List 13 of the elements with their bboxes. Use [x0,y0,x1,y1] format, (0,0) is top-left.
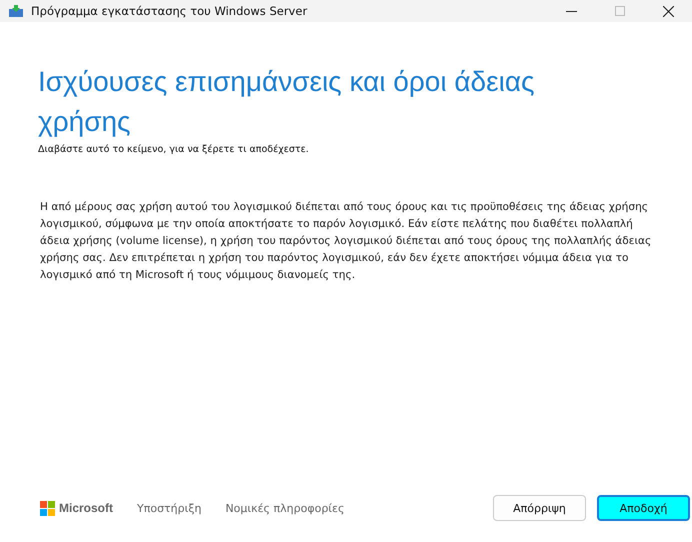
page-heading: Ισχύουσες επισημάνσεις και όροι άδειας χρήσης [38,65,536,139]
footer-link[interactable]: Υποστήριξη [137,502,202,514]
brand-name: Microsoft [59,501,113,515]
window-title: Πρόγραμμα εγκατάστασης του Windows Server [31,4,308,18]
maximize-icon [615,6,625,16]
dialog-button[interactable]: Αποδοχή [597,495,690,521]
close-icon[interactable] [663,6,674,16]
dialog-button[interactable]: Απόρριψη [493,495,586,521]
microsoft-logo-icon [40,500,55,516]
footer-link[interactable]: Νομικές πληροφορίες [225,502,344,514]
license-text: Η από μέρους σας χρήση αυτού του λογισμικού διέπεται από τους όρους και τις προϋποθέσεις της άδειας χρήσης λογισμικού, σύμφωνα με την οποία αποκτήσατε το παρόν λογισμικό. Εάν είστε πελάτης που διαθέτει πολλαπλή άδεια χρήσης (volume license), η χρήση του παρόντος λογισμικού διέπεται από τους όρους της πολλαπλής άδειας χρήσης σας. Δεν επιτρέπεται η χρήση του παρόντος λογισμικού, εάν δεν έχετε αποκτήσει νόμιμα άδεια για το λογισμικό από τη Microsoft ή τους νόμιμους διανομείς της. [40,200,652,283]
setup-icon [8,4,24,18]
subtitle: Διαβάστε αυτό το κείμενο, για να ξέρετε τι αποδέχεστε. [38,144,310,155]
